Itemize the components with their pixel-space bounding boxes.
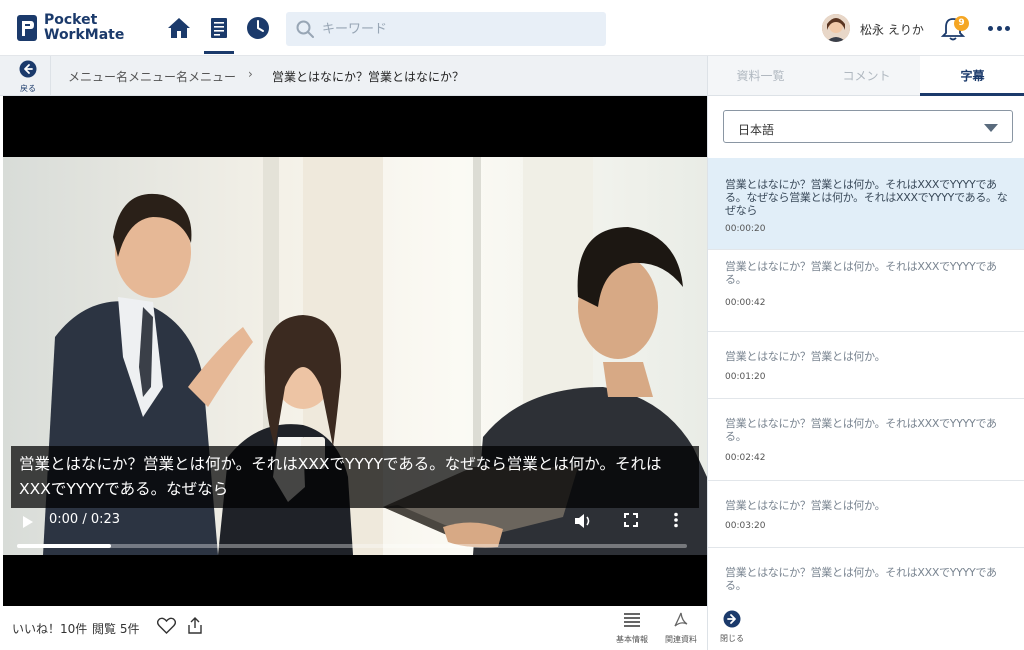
subtitle-text: 営業とはなにか？営業とは何か。それはXXXでYYYYである。: [725, 566, 997, 592]
volume-icon[interactable]: [573, 512, 593, 530]
back-label: 戻る: [20, 84, 36, 93]
subtitle-time: 00:03:20: [725, 521, 766, 531]
subtitle-list: 営業とはなにか？営業とは何か。それはXXXでYYYYである。なぜなら営業とは何か…: [708, 158, 1024, 606]
search-box[interactable]: [286, 12, 606, 46]
language-select[interactable]: 日本語: [723, 110, 1013, 143]
subtitle-item[interactable]: 営業とはなにか？営業とは何か。それはXXXでYYYYである。: [708, 548, 1024, 606]
clock-icon[interactable]: [244, 14, 272, 42]
heart-icon[interactable]: [157, 617, 176, 634]
list-icon: [624, 613, 640, 627]
like-count: いいね！10件: [12, 622, 88, 636]
subtitle-text: 営業とはなにか？営業とは何か。: [725, 499, 886, 512]
close-label: 閉じる: [720, 634, 744, 643]
video-progress-bar[interactable]: [17, 544, 687, 548]
chevron-right-icon: ›: [248, 67, 253, 81]
subtitle-item[interactable]: 営業とはなにか？営業とは何か。それはXXXでYYYYである。 00:00:42: [708, 250, 1024, 332]
basic-info-label: 基本情報: [616, 635, 648, 644]
more-menu-icon[interactable]: [988, 18, 1010, 38]
tab-subtitles[interactable]: 字幕: [920, 56, 1024, 96]
logo-mark-icon: [17, 15, 37, 41]
subtitle-text: 営業とはなにか？営業とは何か。: [725, 350, 886, 363]
basic-info-button[interactable]: 基本情報: [612, 612, 652, 645]
related-docs-button[interactable]: 関連資料: [661, 612, 701, 645]
breadcrumb: 戻る メニュー名メニュー名メニュー › 営業とはなにか？営業とはなにか？: [0, 56, 707, 96]
subtitle-time: 00:01:20: [725, 372, 766, 382]
subtitle-time: 00:00:20: [725, 224, 766, 234]
back-button[interactable]: 戻る: [10, 60, 46, 94]
close-panel-button[interactable]: 閉じる: [720, 610, 744, 644]
subtitle-item[interactable]: 営業とはなにか？営業とは何か。それはXXXでYYYYである。なぜなら営業とは何か…: [708, 158, 1024, 250]
arrow-right-icon: [723, 610, 741, 628]
breadcrumb-parent[interactable]: メニュー名メニュー名メニュー: [68, 68, 236, 85]
subtitle-time: 00:02:42: [725, 453, 766, 463]
video-player[interactable]: 営業とはなにか？営業とは何か。それはXXXでYYYYである。なぜなら営業とは何か…: [3, 96, 707, 606]
logo-text: Pocket WorkMate: [44, 13, 124, 43]
video-controls: 0:00 / 0:23: [3, 504, 707, 554]
subtitle-item[interactable]: 営業とはなにか？営業とは何か。 00:01:20: [708, 332, 1024, 399]
subtitle-text: 営業とはなにか？営業とは何か。それはXXXでYYYYである。なぜなら営業とは何か…: [725, 178, 1008, 217]
language-value: 日本語: [738, 123, 775, 137]
subtitle-text: 営業とはなにか？営業とは何か。それはXXXでYYYYである。: [725, 260, 997, 286]
video-footer: いいね！10件 閲覧 5件 基本情報 関連資料: [0, 606, 707, 650]
share-icon[interactable]: [186, 616, 204, 635]
tab-documents[interactable]: 資料一覧: [708, 56, 813, 96]
logo-line2: WorkMate: [44, 27, 125, 43]
video-caption: 営業とはなにか？営業とは何か。それはXXXでYYYYである。なぜなら営業とは何か…: [11, 446, 699, 508]
side-panel: 資料一覧 コメント 字幕 日本語 営業とはなにか？営業とは何か。それはXXXでY…: [707, 56, 1024, 650]
video-progress-fill: [17, 544, 111, 548]
breadcrumb-divider: [50, 56, 51, 96]
nav-active-indicator: [204, 51, 234, 54]
video-more-icon[interactable]: [673, 512, 679, 528]
play-icon[interactable]: [21, 514, 35, 530]
app-logo[interactable]: Pocket WorkMate: [16, 13, 134, 45]
home-icon[interactable]: [165, 14, 193, 42]
subtitle-item[interactable]: 営業とはなにか？営業とは何か。それはXXXでYYYYである。 00:02:42: [708, 399, 1024, 481]
search-icon: [296, 20, 314, 38]
fullscreen-icon[interactable]: [623, 512, 639, 528]
related-docs-label: 関連資料: [665, 635, 697, 644]
tab-comments[interactable]: コメント: [814, 56, 919, 96]
logo-line1: Pocket: [44, 12, 98, 28]
avatar[interactable]: [822, 14, 850, 42]
subtitle-time: 00:00:42: [725, 298, 766, 308]
top-header: Pocket WorkMate 松永 えりか 9: [0, 0, 1024, 56]
notification-badge: 9: [954, 16, 969, 31]
breadcrumb-current: 営業とはなにか？営業とはなにか？: [272, 70, 465, 84]
panel-tabs: 資料一覧 コメント 字幕: [708, 56, 1024, 96]
back-arrow-icon: [19, 60, 37, 78]
search-input[interactable]: [322, 21, 582, 37]
video-time: 0:00 / 0:23: [49, 512, 121, 527]
user-name[interactable]: 松永 えりか: [860, 21, 924, 38]
subtitle-item[interactable]: 営業とはなにか？営業とは何か。 00:03:20: [708, 481, 1024, 548]
view-count: 閲覧 5件: [92, 622, 140, 636]
document-icon[interactable]: [205, 14, 233, 42]
pdf-icon: [674, 612, 688, 627]
chevron-down-icon: [984, 124, 998, 132]
subtitle-text: 営業とはなにか？営業とは何か。それはXXXでYYYYである。: [725, 417, 997, 443]
